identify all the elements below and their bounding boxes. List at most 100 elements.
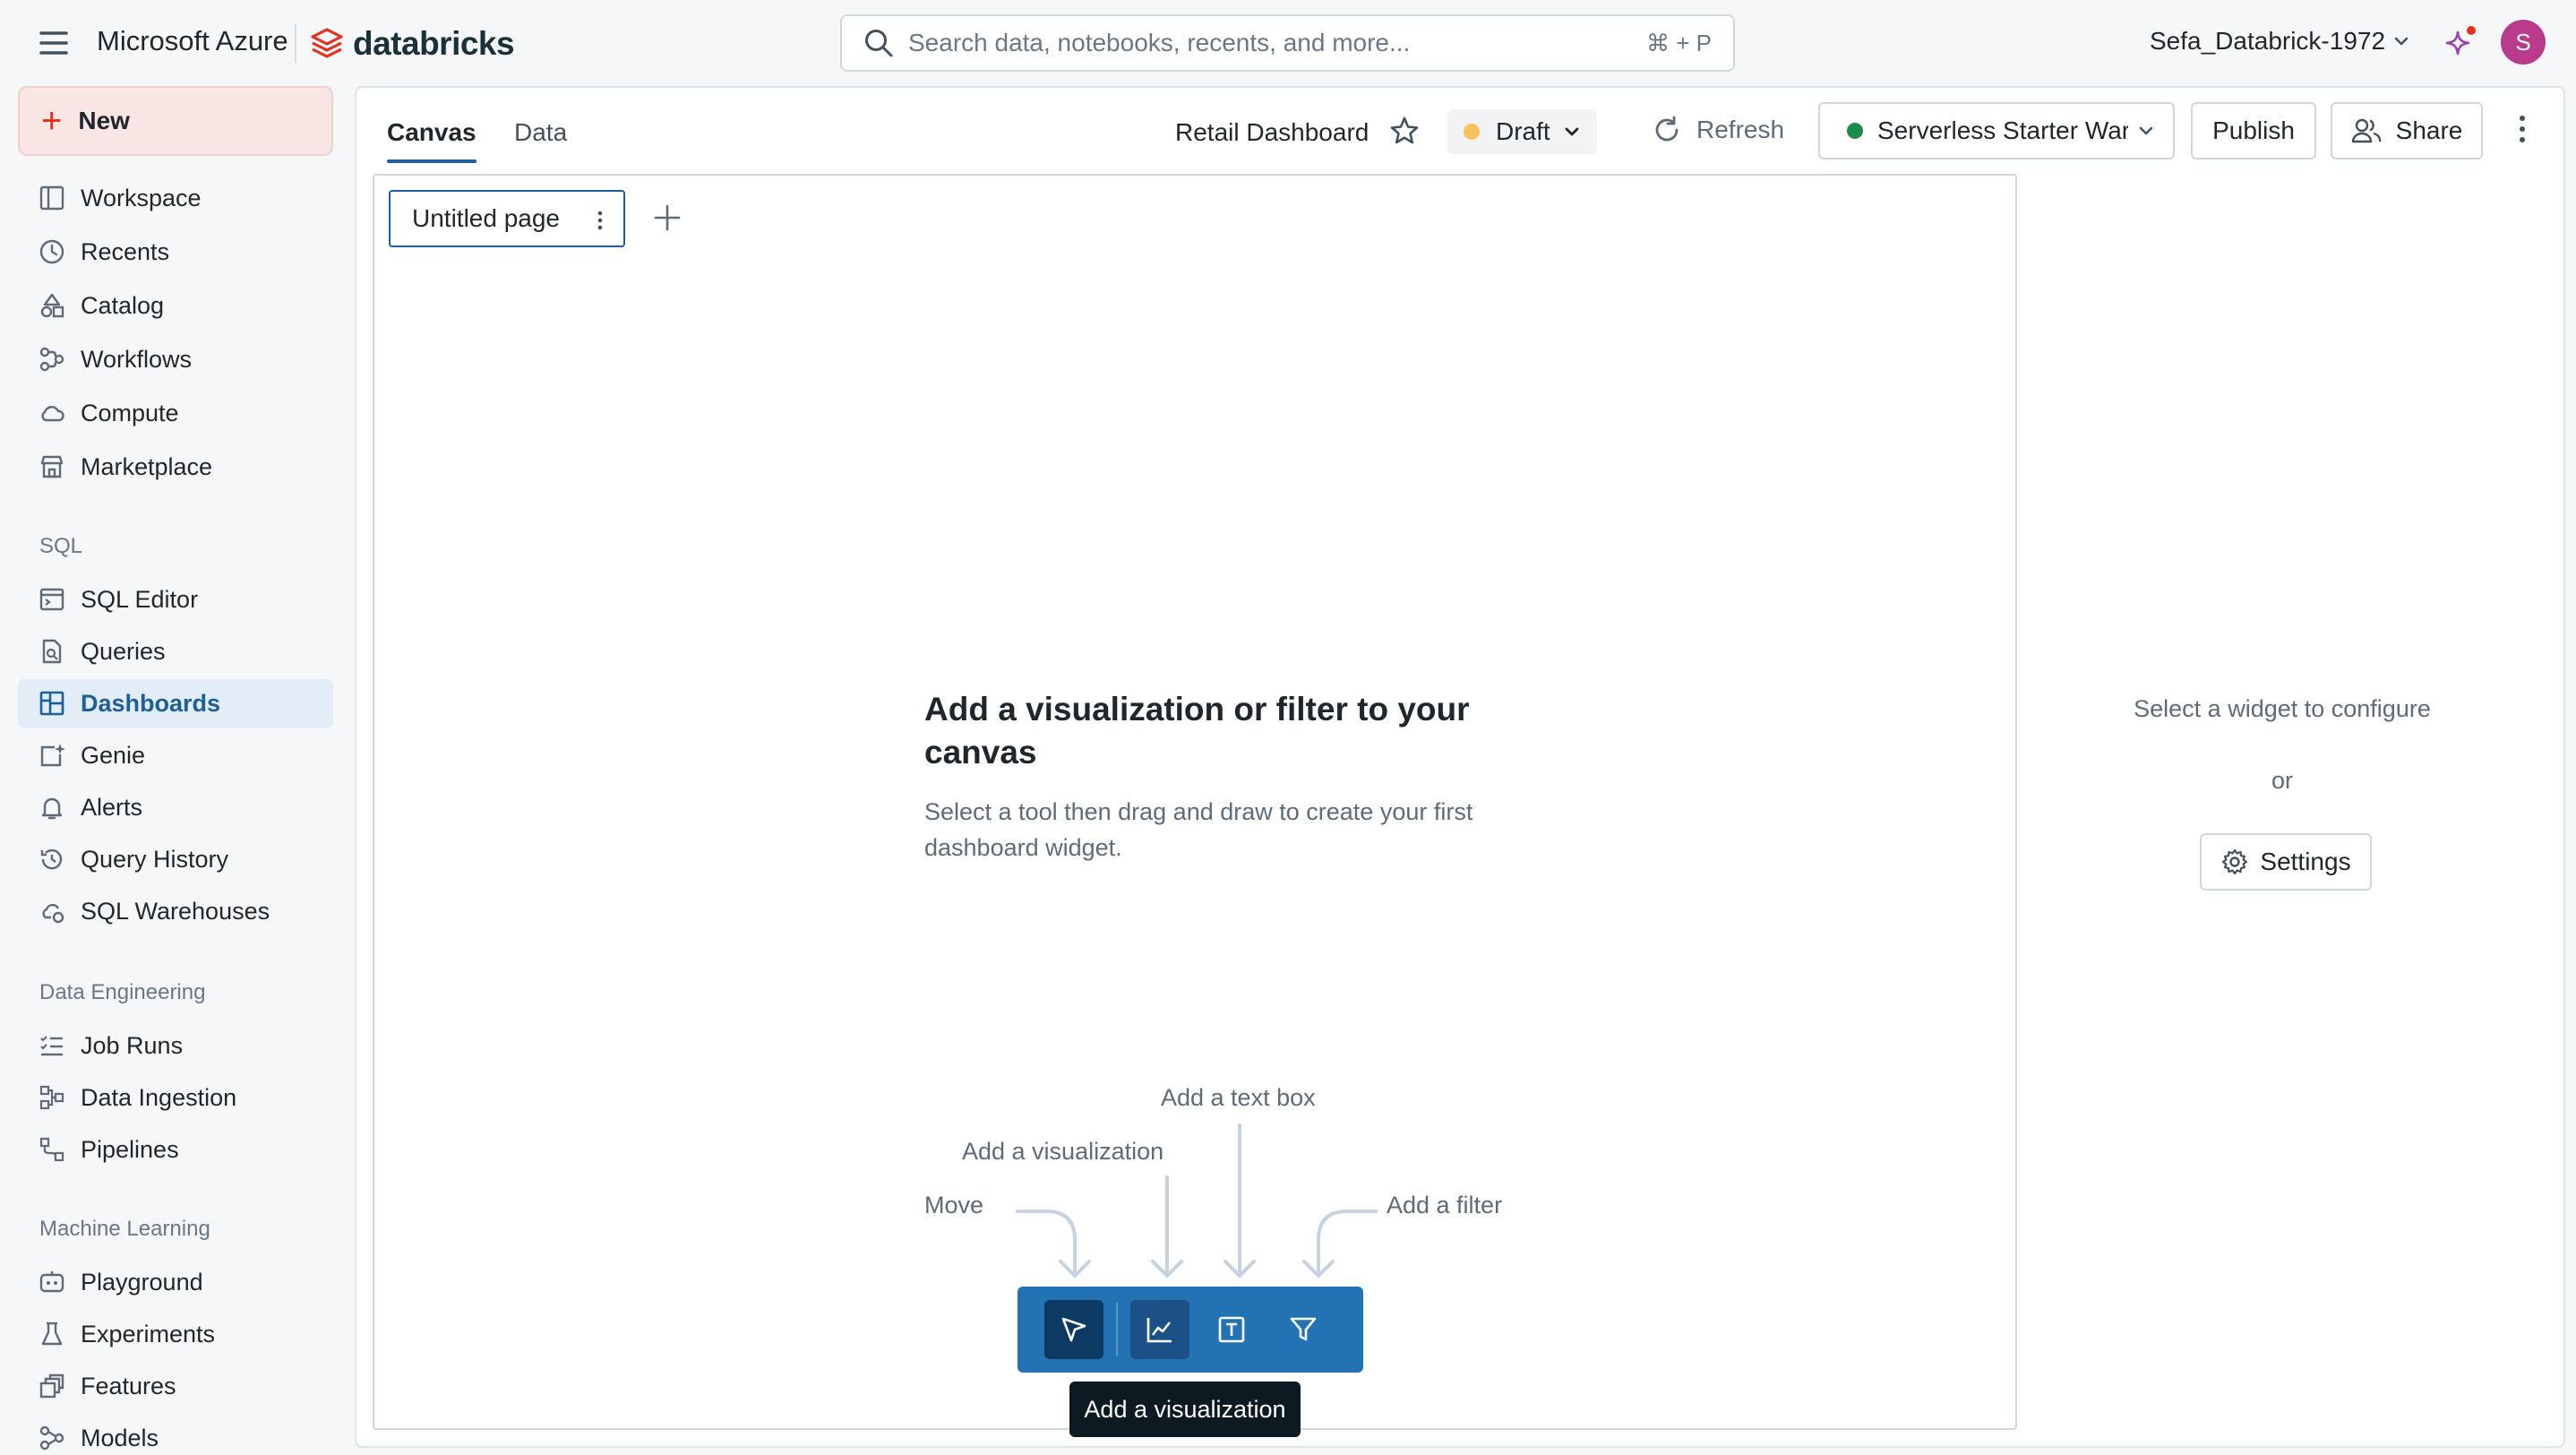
sidebar-item-queries[interactable]: Queries — [18, 627, 333, 676]
workspace-icon — [38, 184, 66, 212]
sidebar-item-marketplace[interactable]: Marketplace — [18, 443, 333, 491]
warehouse-icon — [38, 897, 66, 926]
sidebar-item-label: Compute — [81, 399, 179, 426]
refresh-label: Refresh — [1696, 116, 1785, 143]
section-label-sql: SQL — [39, 534, 83, 558]
sidebar-item-compute[interactable]: Compute — [18, 389, 333, 437]
search-input[interactable]: Search data, notebooks, recents, and mor… — [840, 14, 1735, 72]
line-chart-icon — [1146, 1318, 1172, 1343]
new-button[interactable]: + New — [18, 86, 333, 156]
settings-button[interactable]: Settings — [2200, 833, 2372, 891]
search-placeholder: Search data, notebooks, recents, and mor… — [908, 29, 1411, 56]
genie-icon — [38, 741, 66, 770]
more-options-icon[interactable] — [2517, 113, 2528, 145]
cloud-provider-label: Microsoft Azure — [97, 25, 288, 56]
search-shortcut: ⌘ + P — [1646, 29, 1712, 56]
sidebar-item-alerts[interactable]: Alerts — [18, 783, 333, 831]
tab-canvas[interactable]: Canvas — [387, 118, 477, 163]
share-button[interactable]: Share — [2331, 102, 2483, 159]
page-options-icon[interactable] — [597, 210, 604, 231]
page-tab[interactable]: Untitled page — [389, 190, 625, 247]
sidebar-item-label: SQL Warehouses — [81, 897, 270, 925]
tooltip: Add a visualization — [1069, 1382, 1301, 1437]
refresh-icon — [1655, 116, 1679, 142]
chevron-down-icon — [2139, 126, 2153, 135]
sidebar-item-label: Experiments — [81, 1320, 216, 1347]
databricks-logo[interactable]: databricks — [310, 25, 515, 63]
draft-status-label: Draft — [1496, 117, 1550, 145]
users-icon — [2351, 118, 2381, 143]
models-icon — [38, 1424, 66, 1452]
sidebar: + New Workspace Recents Catalog Workflow… — [0, 86, 355, 1455]
sidebar-item-label: SQL Editor — [81, 585, 199, 613]
page-tab-label: Untitled page — [412, 204, 561, 232]
sidebar-item-label: Pipelines — [81, 1135, 179, 1163]
warehouse-name: Serverless Starter Warehouse — [1877, 116, 2128, 144]
add-page-plus-icon[interactable] — [652, 202, 683, 233]
sidebar-item-label: Recents — [81, 237, 170, 265]
sidebar-item-data-ingestion[interactable]: Data Ingestion — [18, 1073, 333, 1122]
publish-button[interactable]: Publish — [2191, 102, 2316, 159]
sidebar-item-features[interactable]: Features — [18, 1362, 333, 1410]
sidebar-item-label: Dashboards — [81, 689, 221, 717]
avatar[interactable]: S — [2501, 20, 2546, 65]
sidebar-item-query-history[interactable]: Query History — [18, 835, 333, 883]
text-box-icon — [1218, 1316, 1245, 1343]
warehouse-selector[interactable]: Serverless Starter Warehouse — [1818, 102, 2175, 159]
add-text-box-button[interactable] — [1202, 1300, 1261, 1359]
add-visualization-button[interactable] — [1130, 1300, 1189, 1359]
sidebar-item-playground[interactable]: Playground — [18, 1258, 333, 1306]
right-panel-prompt: Select a widget to configure — [2134, 695, 2431, 722]
sidebar-item-job-runs[interactable]: Job Runs — [18, 1021, 333, 1070]
sidebar-item-label: Models — [81, 1424, 159, 1451]
sidebar-item-label: Job Runs — [81, 1031, 184, 1059]
hint-add-text-box: Add a text box — [1161, 1084, 1316, 1111]
sidebar-item-pipelines[interactable]: Pipelines — [18, 1125, 333, 1174]
sidebar-item-label: Alerts — [81, 793, 143, 821]
sidebar-item-sql-editor[interactable]: SQL Editor — [18, 575, 333, 624]
sidebar-item-genie[interactable]: Genie — [18, 731, 333, 779]
add-filter-button[interactable] — [1274, 1300, 1333, 1359]
databricks-logo-icon — [311, 28, 343, 58]
dashboard-editor: Canvas Data Retail Dashboard Draft Refre… — [355, 86, 2565, 1448]
dashboard-title[interactable]: Retail Dashboard — [1175, 118, 1369, 147]
workspace-switcher[interactable]: Sefa_Databrick-1972 — [2150, 27, 2410, 56]
playground-icon — [38, 1268, 66, 1296]
features-icon — [38, 1372, 66, 1400]
move-tool-button[interactable] — [1044, 1300, 1103, 1359]
sql-editor-icon — [38, 585, 66, 614]
chevron-down-icon — [1565, 127, 1579, 136]
draft-status-dropdown[interactable]: Draft — [1447, 109, 1597, 154]
cloud-icon — [38, 399, 66, 427]
bell-icon — [38, 793, 66, 822]
sidebar-item-catalog[interactable]: Catalog — [18, 281, 333, 330]
sidebar-item-sql-warehouses[interactable]: SQL Warehouses — [18, 887, 333, 935]
sidebar-item-workspace[interactable]: Workspace — [18, 174, 333, 222]
top-bar: Microsoft Azure databricks Search data, … — [0, 0, 2576, 86]
sidebar-item-label: Workflows — [81, 345, 193, 373]
new-button-label: New — [78, 107, 130, 134]
sidebar-item-dashboards[interactable]: Dashboards — [18, 679, 333, 728]
sidebar-item-experiments[interactable]: Experiments — [18, 1310, 333, 1358]
draft-status-dot — [1464, 124, 1480, 140]
assistant-sparkle-icon[interactable] — [2442, 25, 2477, 61]
menu-icon[interactable] — [36, 27, 72, 59]
star-icon[interactable] — [1388, 115, 1421, 147]
tab-data[interactable]: Data — [514, 118, 567, 147]
sidebar-item-label: Playground — [81, 1268, 203, 1296]
sidebar-item-workflows[interactable]: Workflows — [18, 335, 333, 383]
toolbar-divider — [1116, 1303, 1118, 1356]
sidebar-item-label: Genie — [81, 741, 146, 769]
dashboard-canvas[interactable]: Untitled page Add a visualization or fil… — [373, 174, 2017, 1437]
sidebar-item-recents[interactable]: Recents — [18, 228, 333, 276]
sidebar-item-label: Data Ingestion — [81, 1083, 237, 1111]
search-icon — [865, 30, 893, 57]
refresh-button[interactable]: Refresh — [1652, 115, 1784, 145]
sidebar-item-label: Features — [81, 1372, 176, 1399]
sidebar-item-label: Queries — [81, 637, 166, 665]
query-file-icon — [38, 637, 66, 666]
header-divider — [295, 23, 296, 63]
sidebar-item-models[interactable]: Models — [18, 1414, 333, 1455]
sidebar-item-label: Catalog — [81, 291, 165, 319]
flask-icon — [38, 1320, 66, 1348]
